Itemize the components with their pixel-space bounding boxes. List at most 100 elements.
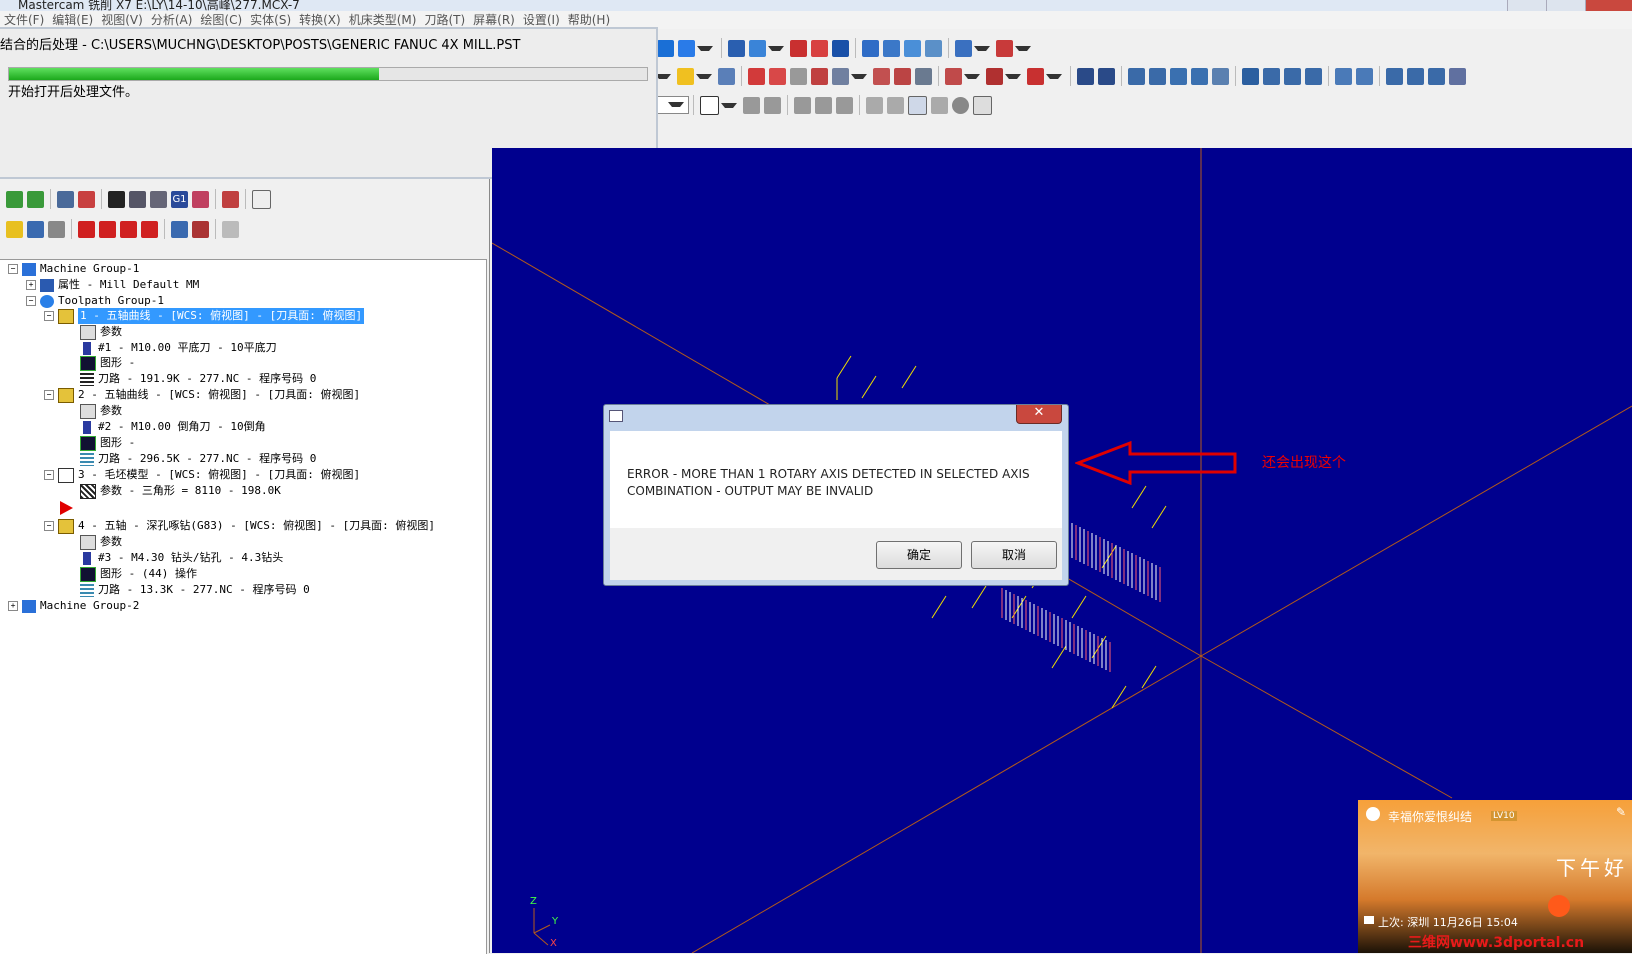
op-n-icon[interactable] <box>1449 67 1466 85</box>
box-icon[interactable] <box>832 67 849 85</box>
rotate-icon[interactable] <box>1242 67 1259 85</box>
no-entry-icon[interactable] <box>931 96 948 114</box>
tree-node-machine-group-2[interactable]: + Machine Group-2 <box>8 598 139 614</box>
minimize-button[interactable] <box>1507 0 1546 11</box>
attribute-dropdown[interactable] <box>655 96 689 114</box>
table-icon[interactable] <box>748 67 765 85</box>
tree-node-operation-1[interactable]: − 1 - 五轴曲线 - [WCS: 俯视图] - [刀具面: 俯视图] <box>44 308 365 324</box>
insert-after-icon[interactable] <box>120 220 137 238</box>
tree-node-op1-toolpath[interactable]: 刀路 - 191.9K - 277.NC - 程序号码 0 <box>80 371 316 387</box>
select-c-icon[interactable] <box>794 96 811 114</box>
tree-node-op1-geometry[interactable]: 图形 - <box>80 355 135 371</box>
help-icon[interactable] <box>973 95 992 115</box>
box-view-icon[interactable] <box>728 39 745 57</box>
high-speed-icon[interactable] <box>222 190 239 208</box>
select-b-icon[interactable] <box>764 96 781 114</box>
op-e-icon[interactable] <box>1212 67 1229 85</box>
tree-node-toolpath-group-1[interactable]: − Toolpath Group-1 <box>26 293 164 309</box>
grid-icon[interactable] <box>883 39 900 57</box>
move-up-icon[interactable] <box>99 220 116 238</box>
op-i-icon[interactable] <box>1335 67 1352 85</box>
op-j-icon[interactable] <box>1356 67 1373 85</box>
undo-icon[interactable] <box>887 96 904 114</box>
expand-icon[interactable]: + <box>8 601 18 611</box>
select-a-icon[interactable] <box>743 96 760 114</box>
tree-node-op4-tool[interactable]: #3 - M4.30 钻头/钻孔 - 4.3钻头 <box>80 550 283 566</box>
chevron-down-icon[interactable] <box>768 45 784 51</box>
op-f-icon[interactable] <box>1263 67 1280 85</box>
maximize-button[interactable] <box>1546 0 1585 11</box>
tree-node-op2-geometry[interactable]: 图形 - <box>80 435 135 451</box>
display-all-icon[interactable] <box>192 220 209 238</box>
chevron-down-icon[interactable] <box>851 73 867 79</box>
pencil-icon[interactable]: ✎ <box>1616 805 1626 819</box>
layer-icon[interactable] <box>862 39 879 57</box>
gem-icon[interactable] <box>996 39 1013 57</box>
op-b-icon[interactable] <box>1149 67 1166 85</box>
toggle-display-icon[interactable] <box>27 220 44 238</box>
post-lock-icon[interactable] <box>48 220 65 238</box>
op-k-icon[interactable] <box>1386 67 1403 85</box>
solid-icon[interactable] <box>749 39 766 57</box>
tree-node-operation-4[interactable]: − 4 - 五轴 - 深孔啄钻(G83) - [WCS: 俯视图] - [刀具面… <box>44 518 435 534</box>
chevron-down-icon[interactable] <box>1005 73 1021 79</box>
regenerate-icon[interactable] <box>57 190 74 208</box>
expand-icon[interactable]: + <box>26 280 36 290</box>
tree-node-op4-geometry[interactable]: 图形 - (44) 操作 <box>80 566 197 582</box>
op-g-icon[interactable] <box>1284 67 1301 85</box>
bowl-icon[interactable] <box>945 67 962 85</box>
select-d-icon[interactable] <box>815 96 832 114</box>
tree-node-op1-tool[interactable]: #1 - M10.00 平底刀 - 10平底刀 <box>80 340 277 356</box>
mesh-icon[interactable] <box>915 67 932 85</box>
tree-node-op2-parameters[interactable]: 参数 <box>80 403 122 419</box>
select-f-icon[interactable] <box>866 96 883 114</box>
select-dirty-icon[interactable] <box>27 190 44 208</box>
viewport-icon[interactable] <box>955 39 972 57</box>
op-c-icon[interactable] <box>1170 67 1187 85</box>
tree-node-operation-3[interactable]: − 3 - 毛坯模型 - [WCS: 俯视图] - [刀具面: 俯视图] <box>44 467 360 483</box>
light-icon[interactable] <box>677 67 694 85</box>
op-m-icon[interactable] <box>1428 67 1445 85</box>
chevron-down-icon[interactable] <box>697 45 713 51</box>
frame-icon[interactable] <box>925 39 942 57</box>
op-d-icon[interactable] <box>1191 67 1208 85</box>
lock-icon[interactable] <box>6 220 23 238</box>
collapse-icon[interactable]: − <box>44 470 54 480</box>
chat-notification-popup[interactable]: 幸福你爱恨纠结 LV10 ✎ 下午好 上次: 深圳 11月26日 15:04 三… <box>1358 800 1632 953</box>
solid-red-icon[interactable] <box>790 39 807 57</box>
verify-icon[interactable] <box>129 190 146 208</box>
circle-icon[interactable] <box>952 96 969 114</box>
backplot-icon[interactable] <box>108 190 125 208</box>
collapse-icon[interactable]: − <box>8 264 18 274</box>
op-h-icon[interactable] <box>1305 67 1322 85</box>
collapse-icon[interactable]: − <box>26 296 36 306</box>
chevron-down-icon[interactable] <box>696 73 712 79</box>
collapse-icon[interactable]: − <box>44 521 54 531</box>
stack-icon[interactable] <box>904 39 921 57</box>
g1-post-icon[interactable]: G1 <box>171 190 188 208</box>
edit-icon[interactable] <box>811 67 828 85</box>
tree-node-op4-toolpath[interactable]: 刀路 - 13.3K - 277.NC - 程序号码 0 <box>80 582 310 598</box>
post-icon[interactable] <box>192 190 209 208</box>
op-a-icon[interactable] <box>1128 67 1145 85</box>
chevron-down-icon[interactable] <box>964 73 980 79</box>
tree-node-op2-toolpath[interactable]: 刀路 - 296.5K - 277.NC - 程序号码 0 <box>80 451 316 467</box>
drill-icon[interactable] <box>1027 67 1044 85</box>
select-cursor-icon[interactable] <box>700 95 719 115</box>
shade-icon[interactable] <box>832 39 849 57</box>
cube-b-icon[interactable] <box>1098 67 1115 85</box>
tree-node-op4-parameters[interactable]: 参数 <box>80 534 122 550</box>
chevron-down-icon[interactable] <box>721 102 737 108</box>
scroll-insert-icon[interactable] <box>141 220 158 238</box>
tree-node-operation-2[interactable]: − 2 - 五轴曲线 - [WCS: 俯视图] - [刀具面: 俯视图] <box>44 387 360 403</box>
tree-node-op2-tool[interactable]: #2 - M10.00 倒角刀 - 10倒角 <box>80 419 266 435</box>
select-all-icon[interactable] <box>6 190 23 208</box>
resize-icon[interactable] <box>718 67 735 85</box>
tree-node-op3-parameters[interactable]: 参数 - 三角形 = 8110 - 198.0K <box>80 483 281 499</box>
chevron-down-icon[interactable] <box>1015 45 1031 51</box>
select-e-icon[interactable] <box>836 96 853 114</box>
curve-icon[interactable] <box>790 67 807 85</box>
collapse-icon[interactable]: − <box>44 311 54 321</box>
cube-icon[interactable] <box>678 39 695 57</box>
list-icon[interactable] <box>769 67 786 85</box>
